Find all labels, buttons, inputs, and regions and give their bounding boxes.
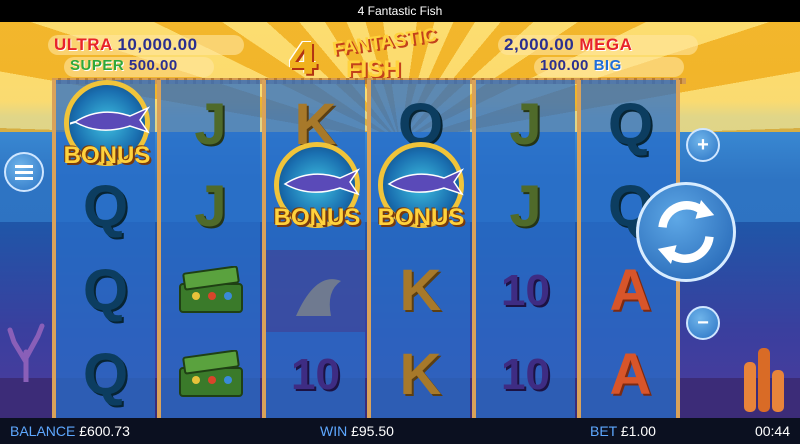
symbol-j: J xyxy=(509,174,542,239)
reel-cell xyxy=(266,250,365,332)
shark-fin-icon xyxy=(295,279,341,316)
symbol-j: J xyxy=(194,92,227,157)
reel-cell: Q xyxy=(581,84,680,166)
reel-cell: 10 xyxy=(476,250,575,332)
coral-left-icon xyxy=(7,323,45,382)
symbol-10: 10 xyxy=(501,266,550,315)
win-value: £95.50 xyxy=(351,423,394,439)
reel-cell: J xyxy=(476,166,575,248)
symbol-k: K xyxy=(399,258,442,323)
bet-increase-button[interactable]: + xyxy=(686,128,720,162)
hamburger-menu-icon xyxy=(15,170,33,174)
reel-cell: K xyxy=(371,250,470,332)
big-jackpot: 100.00 BIG xyxy=(540,57,622,77)
reel-cell: K xyxy=(371,334,470,416)
marlin-icon xyxy=(70,106,150,134)
ultra-jackpot-label: ULTRA xyxy=(54,35,113,54)
super-jackpot-value: 500.00 xyxy=(128,57,178,74)
symbol-k: K xyxy=(399,342,442,407)
bonus-symbol: BONUS xyxy=(52,80,162,190)
reel-cell: J xyxy=(161,84,260,166)
bet-decrease-button[interactable]: − xyxy=(686,306,720,340)
big-jackpot-value: 100.00 xyxy=(540,57,589,74)
menu-button[interactable] xyxy=(4,152,44,192)
bonus-label: BONUS xyxy=(273,204,361,231)
window-title: 4 Fantastic Fish xyxy=(0,0,800,22)
symbol-j: J xyxy=(509,92,542,157)
bonus-symbol: BONUS xyxy=(366,142,476,252)
mega-jackpot: 2,000.00 MEGA xyxy=(504,35,632,55)
mega-jackpot-value: 2,000.00 xyxy=(504,35,575,54)
reel-5: J J 10 10 xyxy=(472,80,575,418)
symbol-q: Q xyxy=(82,258,129,323)
reel-cell: J xyxy=(161,166,260,248)
status-bar: BALANCE £600.73 WIN £95.50 BET £1.00 00:… xyxy=(0,418,800,444)
big-jackpot-label: BIG xyxy=(593,57,622,74)
reel-2: J J xyxy=(157,80,260,418)
win-label: WIN xyxy=(320,423,348,439)
coral-right-icon xyxy=(744,348,784,412)
symbol-q: Q xyxy=(82,342,129,407)
spin-arrows-icon xyxy=(657,200,715,264)
reel-cell: J xyxy=(476,84,575,166)
tackle-box-icon xyxy=(178,350,243,397)
minus-icon: − xyxy=(697,311,709,334)
clock: 00:44 xyxy=(754,423,790,439)
mega-jackpot-label: MEGA xyxy=(579,35,633,54)
reel-cell: A xyxy=(581,334,680,416)
marlin-icon xyxy=(283,168,360,196)
super-jackpot-label: SUPER xyxy=(70,57,125,74)
ultra-jackpot: ULTRA 10,000.00 xyxy=(54,35,198,55)
reel-cell: 10 xyxy=(476,334,575,416)
symbol-a: A xyxy=(609,342,652,407)
super-jackpot: SUPER 500.00 xyxy=(70,57,178,77)
game-stage: ULTRA 10,000.00 SUPER 500.00 2,000.00 ME… xyxy=(0,22,800,418)
marlin-icon xyxy=(387,168,464,196)
symbol-j: J xyxy=(194,174,227,239)
bet-value: £1.00 xyxy=(620,423,656,439)
symbol-10: 10 xyxy=(291,350,340,399)
balance-value: £600.73 xyxy=(79,423,130,439)
reel-cell: Q xyxy=(56,250,155,332)
reel-cell: Q xyxy=(56,334,155,416)
bet-display: BET £1.00 xyxy=(590,418,656,444)
symbol-10: 10 xyxy=(501,350,550,399)
bonus-label: BONUS xyxy=(377,204,465,231)
ultra-jackpot-value: 10,000.00 xyxy=(117,35,198,54)
bonus-label: BONUS xyxy=(63,142,151,169)
bet-label: BET xyxy=(590,423,617,439)
reel-cell xyxy=(161,334,260,416)
win-display: WIN £95.50 xyxy=(320,418,394,444)
symbol-q: Q xyxy=(607,92,654,157)
plus-icon: + xyxy=(697,133,709,156)
bonus-symbol: BONUS xyxy=(262,142,372,252)
reel-cell: 10 xyxy=(266,334,365,416)
balance-display: BALANCE £600.73 xyxy=(10,418,130,444)
reel-cell xyxy=(161,250,260,332)
spin-button[interactable] xyxy=(636,182,736,282)
balance-label: BALANCE xyxy=(10,423,76,439)
tackle-box-icon xyxy=(178,266,243,313)
